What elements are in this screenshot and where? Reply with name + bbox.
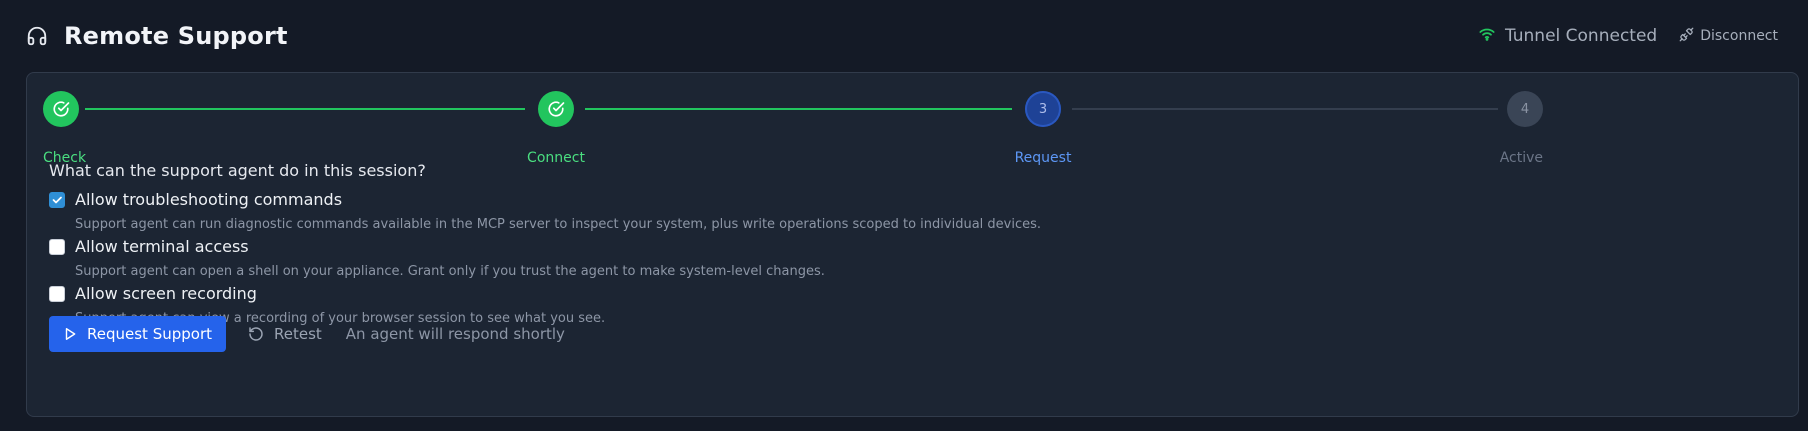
- step-label-request: Request: [1014, 150, 1072, 166]
- brand: Remote Support: [26, 22, 288, 50]
- option-troubleshooting: Allow troubleshooting commands Support a…: [49, 190, 1041, 232]
- option-label[interactable]: Allow screen recording: [75, 284, 257, 303]
- permissions-question: What can the support agent do in this se…: [49, 161, 426, 180]
- option-description: Support agent can run diagnostic command…: [75, 217, 1042, 232]
- step-label-connect: Connect: [527, 150, 585, 166]
- checkmark-icon: [52, 196, 62, 203]
- option-terminal: Allow terminal access Support agent can …: [49, 237, 825, 279]
- app-header: Remote Support Tunnel Connected Disconne…: [0, 0, 1808, 72]
- wifi-icon: [1479, 26, 1495, 46]
- option-label[interactable]: Allow troubleshooting commands: [75, 190, 342, 209]
- request-support-label: Request Support: [87, 325, 212, 343]
- progress-stepper: Check Connect 3 Request 4 Active: [27, 73, 1798, 166]
- option-label[interactable]: Allow terminal access: [75, 237, 249, 256]
- disconnect-label: Disconnect: [1700, 28, 1778, 44]
- troubleshooting-checkbox[interactable]: [49, 191, 65, 208]
- step-connector: [585, 108, 1012, 110]
- unplug-icon: [1679, 27, 1694, 46]
- headphones-icon: [26, 25, 48, 47]
- disconnect-button[interactable]: Disconnect: [1679, 27, 1778, 46]
- step-check: Check: [43, 91, 86, 166]
- step-connector: [1072, 108, 1498, 110]
- play-icon: [65, 328, 76, 340]
- step-connect: Connect: [527, 91, 585, 166]
- screen-recording-checkbox[interactable]: [49, 285, 65, 302]
- request-support-button[interactable]: Request Support: [49, 316, 226, 352]
- connection-status: Tunnel Connected Disconnect: [1479, 26, 1778, 46]
- tunnel-status: Tunnel Connected: [1479, 26, 1657, 46]
- support-card: Check Connect 3 Request 4 Active What ca…: [26, 72, 1799, 417]
- step-request: 3 Request: [1015, 91, 1071, 166]
- response-hint: An agent will respond shortly: [345, 325, 565, 343]
- terminal-checkbox[interactable]: [49, 238, 65, 255]
- step-number-badge: 4: [1507, 91, 1543, 127]
- action-bar: Request Support Retest An agent will res…: [49, 316, 565, 352]
- step-label-active: Active: [1499, 150, 1543, 166]
- option-description: Support agent can open a shell on your a…: [75, 264, 825, 279]
- retest-label: Retest: [274, 325, 322, 343]
- rotate-ccw-icon: [249, 327, 263, 341]
- step-number-badge: 3: [1025, 91, 1061, 127]
- tunnel-status-text: Tunnel Connected: [1504, 26, 1658, 46]
- check-circle-icon: [43, 91, 79, 127]
- step-active: 4 Active: [1500, 91, 1543, 166]
- check-circle-icon: [538, 91, 574, 127]
- page-title: Remote Support: [64, 22, 288, 50]
- step-connector: [85, 108, 525, 110]
- retest-button[interactable]: Retest: [248, 325, 322, 343]
